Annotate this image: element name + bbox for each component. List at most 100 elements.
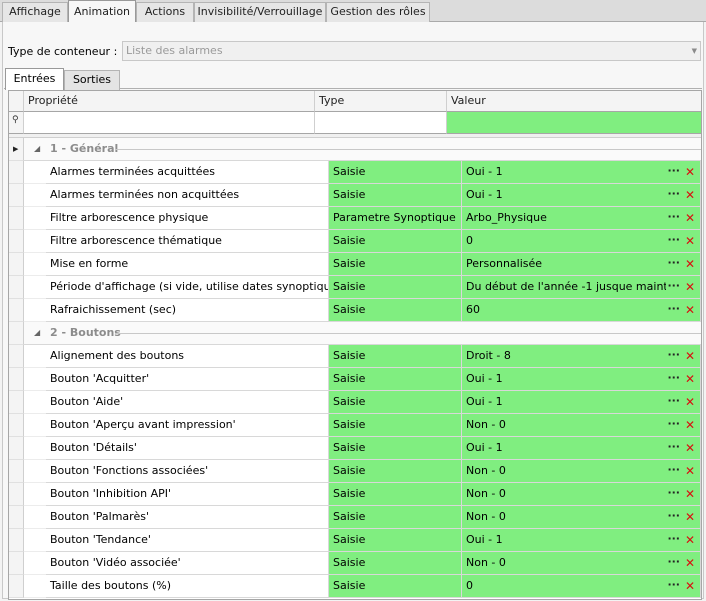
tab-entrees[interactable]: Entrées	[5, 68, 64, 90]
delete-x-icon[interactable]: ✕	[685, 506, 695, 528]
property-name-cell[interactable]: Alarmes terminées non acquittées	[46, 184, 329, 207]
property-type-cell[interactable]: Saisie	[329, 253, 462, 276]
delete-x-icon[interactable]: ✕	[685, 391, 695, 413]
property-name-cell[interactable]: Bouton 'Vidéo associée'	[46, 552, 329, 575]
delete-x-icon[interactable]: ✕	[685, 299, 695, 321]
table-row[interactable]: Alarmes terminées acquittées Saisie Oui - …	[24, 161, 701, 184]
table-row[interactable]: Bouton 'Détails' Saisie Oui - 1 ··· ✕	[24, 437, 701, 460]
property-name-cell[interactable]: Bouton 'Palmarès'	[46, 506, 329, 529]
property-value-cell[interactable]: Oui - 1 ··· ✕	[462, 437, 701, 460]
tab-affichage[interactable]: Affichage	[2, 2, 68, 22]
property-value-cell[interactable]: Oui - 1 ··· ✕	[462, 529, 701, 552]
property-value-cell[interactable]: 60 ··· ✕	[462, 299, 701, 322]
delete-x-icon[interactable]: ✕	[685, 437, 695, 459]
property-value-cell[interactable]: Oui - 1 ··· ✕	[462, 161, 701, 184]
ellipsis-icon[interactable]: ···	[667, 575, 680, 595]
delete-x-icon[interactable]: ✕	[685, 483, 695, 505]
property-name-cell[interactable]: Bouton 'Acquitter'	[46, 368, 329, 391]
property-value-cell[interactable]: 0 ··· ✕	[462, 230, 701, 253]
container-type-select[interactable]: Liste des alarmes ▼	[122, 41, 701, 61]
property-value-cell[interactable]: Du début de l'année -1 jusque maintenant…	[462, 276, 701, 299]
ellipsis-icon[interactable]: ···	[667, 368, 680, 388]
property-name-cell[interactable]: Bouton 'Tendance'	[46, 529, 329, 552]
delete-x-icon[interactable]: ✕	[685, 368, 695, 390]
delete-x-icon[interactable]: ✕	[685, 529, 695, 551]
table-row[interactable]: Bouton 'Vidéo associée' Saisie Non - 0 ··· ✕	[24, 552, 701, 575]
property-type-cell[interactable]: Saisie	[329, 437, 462, 460]
property-type-cell[interactable]: Saisie	[329, 506, 462, 529]
delete-x-icon[interactable]: ✕	[685, 184, 695, 206]
property-value-cell[interactable]: Oui - 1 ··· ✕	[462, 368, 701, 391]
property-name-cell[interactable]: Mise en forme	[46, 253, 329, 276]
property-type-cell[interactable]: Saisie	[329, 529, 462, 552]
group-row[interactable]: ◢ 1 - Général	[24, 138, 701, 161]
tab-invisibilite-verrouillage[interactable]: Invisibilité/Verrouillage	[194, 2, 326, 22]
filter-cell-propriete[interactable]	[24, 112, 315, 134]
ellipsis-icon[interactable]: ···	[667, 414, 680, 434]
property-type-cell[interactable]: Saisie	[329, 552, 462, 575]
ellipsis-icon[interactable]: ···	[667, 460, 680, 480]
property-value-cell[interactable]: Non - 0 ··· ✕	[462, 506, 701, 529]
delete-x-icon[interactable]: ✕	[685, 345, 695, 367]
tab-gestion-des-roles[interactable]: Gestion des rôles	[326, 2, 430, 22]
ellipsis-icon[interactable]: ···	[667, 391, 680, 411]
property-name-cell[interactable]: Filtre arborescence thématique	[46, 230, 329, 253]
property-name-cell[interactable]: Filtre arborescence physique	[46, 207, 329, 230]
column-header-propriete[interactable]: Propriété	[24, 91, 315, 112]
property-value-cell[interactable]: Non - 0 ··· ✕	[462, 414, 701, 437]
property-value-cell[interactable]: Non - 0 ··· ✕	[462, 483, 701, 506]
tab-sorties[interactable]: Sorties	[64, 70, 120, 90]
delete-x-icon[interactable]: ✕	[685, 207, 695, 229]
property-name-cell[interactable]: Bouton 'Inhibition API'	[46, 483, 329, 506]
property-name-cell[interactable]: Rafraichissement (sec)	[46, 299, 329, 322]
property-value-cell[interactable]: Arbo_Physique ··· ✕	[462, 207, 701, 230]
property-value-cell[interactable]: Oui - 1 ··· ✕	[462, 184, 701, 207]
property-type-cell[interactable]: Saisie	[329, 483, 462, 506]
table-row[interactable]: Filtre arborescence physique Parametre Sy…	[24, 207, 701, 230]
filter-cell-valeur[interactable]	[447, 112, 701, 134]
property-type-cell[interactable]: Saisie	[329, 161, 462, 184]
delete-x-icon[interactable]: ✕	[685, 575, 695, 597]
delete-x-icon[interactable]: ✕	[685, 460, 695, 482]
table-row[interactable]: Mise en forme Saisie Personnalisée ··· ✕	[24, 253, 701, 276]
ellipsis-icon[interactable]: ···	[667, 437, 680, 457]
delete-x-icon[interactable]: ✕	[685, 276, 695, 298]
ellipsis-icon[interactable]: ···	[667, 552, 680, 572]
property-value-cell[interactable]: Oui - 1 ··· ✕	[462, 391, 701, 414]
property-type-cell[interactable]: Saisie	[329, 391, 462, 414]
delete-x-icon[interactable]: ✕	[685, 414, 695, 436]
table-row[interactable]: Bouton 'Aide' Saisie Oui - 1 ··· ✕	[24, 391, 701, 414]
property-type-cell[interactable]: Saisie	[329, 414, 462, 437]
property-value-cell[interactable]: Non - 0 ··· ✕	[462, 460, 701, 483]
property-name-cell[interactable]: Taille des boutons (%)	[46, 575, 329, 598]
table-row[interactable]: Bouton 'Aperçu avant impression' Saisie No…	[24, 414, 701, 437]
property-type-cell[interactable]: Saisie	[329, 184, 462, 207]
column-header-valeur[interactable]: Valeur	[447, 91, 701, 112]
property-name-cell[interactable]: Bouton 'Aperçu avant impression'	[46, 414, 329, 437]
property-type-cell[interactable]: Saisie	[329, 460, 462, 483]
delete-x-icon[interactable]: ✕	[685, 161, 695, 183]
ellipsis-icon[interactable]: ···	[667, 506, 680, 526]
property-type-cell[interactable]: Saisie	[329, 575, 462, 598]
ellipsis-icon[interactable]: ···	[667, 161, 680, 181]
table-row[interactable]: Taille des boutons (%) Saisie 0 ··· ✕	[24, 575, 701, 598]
tab-animation[interactable]: Animation	[68, 0, 136, 23]
property-value-cell[interactable]: Personnalisée ··· ✕	[462, 253, 701, 276]
table-row[interactable]: Alignement des boutons Saisie Droit - 8 ···…	[24, 345, 701, 368]
property-name-cell[interactable]: Alignement des boutons	[46, 345, 329, 368]
table-row[interactable]: Bouton 'Inhibition API' Saisie Non - 0 ··· ✕	[24, 483, 701, 506]
ellipsis-icon[interactable]: ···	[667, 230, 680, 250]
property-type-cell[interactable]: Saisie	[329, 299, 462, 322]
ellipsis-icon[interactable]: ···	[667, 207, 680, 227]
collapse-triangle-icon[interactable]: ◢	[34, 138, 40, 160]
ellipsis-icon[interactable]: ···	[667, 529, 680, 549]
table-row[interactable]: Rafraichissement (sec) Saisie 60 ··· ✕	[24, 299, 701, 322]
ellipsis-icon[interactable]: ···	[667, 253, 680, 273]
table-row[interactable]: Bouton 'Palmarès' Saisie Non - 0 ··· ✕	[24, 506, 701, 529]
delete-x-icon[interactable]: ✕	[685, 230, 695, 252]
tab-actions[interactable]: Actions	[136, 2, 194, 22]
ellipsis-icon[interactable]: ···	[667, 483, 680, 503]
property-type-cell[interactable]: Saisie	[329, 368, 462, 391]
collapse-triangle-icon[interactable]: ◢	[34, 322, 40, 344]
property-type-cell[interactable]: Saisie	[329, 276, 462, 299]
